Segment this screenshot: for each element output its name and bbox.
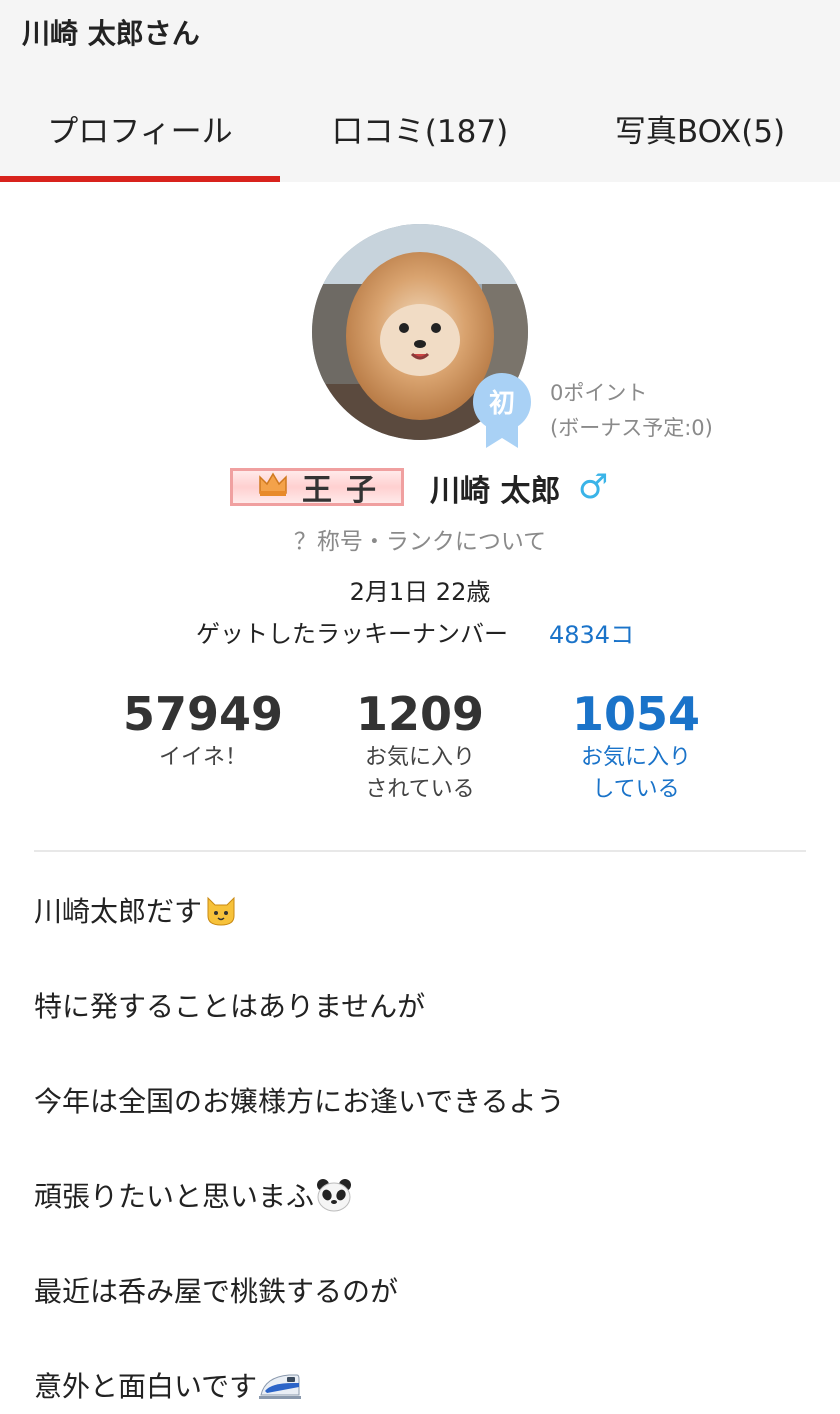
favorited-by-label-line2: されている <box>365 777 475 802</box>
user-name: 川崎 太郎 <box>430 474 561 509</box>
likes-count: 57949 <box>122 687 284 741</box>
bonus-value: (ボーナス予定:0) <box>550 416 713 440</box>
bio-line: 川崎太郎だす <box>34 890 238 933</box>
favoriting-label-line1: お気に入り <box>580 745 691 770</box>
tab-photo-box[interactable]: 写真BOX(5) <box>560 100 840 182</box>
bio-text: 特に発することはありませんが <box>34 990 426 1023</box>
bio-text: 今年は全国のお嬢様方にお逢いできるよう <box>34 1085 565 1118</box>
bio-text: 頑張りたいと思いまふ <box>34 1180 315 1213</box>
rank-title-char2: 子 <box>346 473 376 508</box>
favorited-by-count: 1209 <box>355 687 485 741</box>
favoriting-label-line2: している <box>592 777 680 802</box>
cat-face-icon <box>204 894 238 933</box>
bio-line: 頑張りたいと思いまふ <box>34 1175 352 1219</box>
bio-line: 意外と面白いです <box>34 1365 302 1408</box>
rank-title-badge: 王 子 <box>230 468 404 508</box>
rank-help-link[interactable]: ？称号・ランクについて <box>0 522 840 556</box>
male-gender-icon: ♂ <box>578 467 609 507</box>
lucky-number-label: ゲットしたラッキーナンバー <box>196 620 508 648</box>
points-value: 0ポイント <box>550 381 648 405</box>
badge-label: 初 <box>489 389 515 419</box>
points-info: 0ポイント (ボーナス予定:0) <box>550 376 713 446</box>
panda-face-icon <box>316 1178 352 1219</box>
crown-icon <box>258 470 288 505</box>
likes-stat: 57949 イイネ！ <box>93 688 313 774</box>
section-divider <box>34 850 806 852</box>
favorited-by-stat[interactable]: 1209 お気に入り されている <box>310 688 530 806</box>
bio-text: 意外と面白いです <box>34 1370 258 1403</box>
bio-text: 最近は呑み屋で桃鉄するのが <box>34 1275 399 1308</box>
tab-reviews[interactable]: 口コミ(187) <box>280 100 560 182</box>
bio-line: 特に発することはありませんが <box>34 985 425 1025</box>
rank-title-char1: 王 <box>302 473 332 508</box>
likes-label: イイネ！ <box>158 745 247 770</box>
beginner-ribbon-icon: 初 <box>472 372 532 448</box>
favoriting-count: 1054 <box>571 687 701 741</box>
tab-profile[interactable]: プロフィール <box>0 100 280 182</box>
birthday-age: 2月1日 22歳 <box>349 578 491 606</box>
bio-text: 川崎太郎だす <box>34 895 203 928</box>
lucky-number-link[interactable]: 4834コ <box>549 615 634 650</box>
page-header: 川崎 太郎さん プロフィール 口コミ(187) 写真BOX(5) <box>0 0 840 182</box>
bio-line: 今年は全国のお嬢様方にお逢いできるよう <box>34 1080 565 1120</box>
bio-line: 最近は呑み屋で桃鉄するのが <box>34 1270 398 1310</box>
favorited-by-label-line1: お気に入り <box>364 745 475 770</box>
page-title: 川崎 太郎さん <box>22 17 200 50</box>
bullet-train-icon <box>259 1369 302 1408</box>
tab-bar: プロフィール 口コミ(187) 写真BOX(5) <box>0 100 840 182</box>
favoriting-stat[interactable]: 1054 お気に入り している <box>526 688 746 806</box>
